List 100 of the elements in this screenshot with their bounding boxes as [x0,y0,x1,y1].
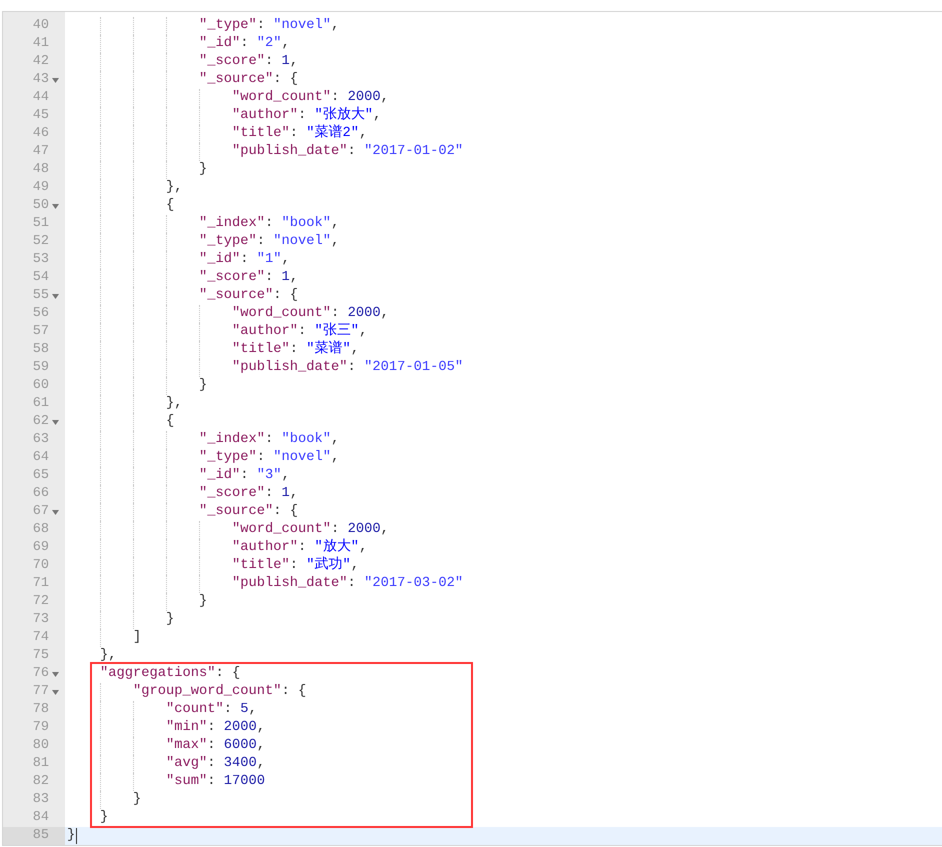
code-line: } [199,593,208,611]
line-number: 84 [32,809,49,827]
line-number: 72 [32,593,49,611]
line-number: 76 [32,665,49,683]
code-line: }, [166,179,183,197]
code-line: "word_count": 2000, [232,89,389,106]
code-line: }, [100,647,117,665]
code-line: "_source": { [199,503,298,521]
fold-caret-icon[interactable] [52,672,59,676]
code-line: "word_count": 2000, [232,305,389,322]
fold-caret-icon[interactable] [52,78,59,82]
code-line: } [100,809,108,827]
code-line: "group_word_count": { [133,683,306,701]
code-line: "_source": { [199,287,298,305]
line-number: 81 [32,755,49,773]
code-line: "author": "张三", [232,323,368,340]
line-number: 55 [32,287,49,305]
code-line: "_type": "novel", [199,17,340,35]
code-line: "aggregations": { [100,665,240,683]
fold-caret-icon[interactable] [52,204,59,208]
code-line: "_score": 1, [199,485,298,503]
line-number: 56 [32,305,49,323]
code-line: "publish_date": "2017-01-02" [232,143,464,161]
code-line: "_id": "1", [199,251,290,269]
code-line: "title": "菜谱2", [232,125,368,143]
line-number: 44 [32,89,49,107]
line-number: 60 [32,377,49,395]
line-number: 43 [32,71,49,89]
line-number: 73 [32,611,49,629]
code-line: } [166,611,174,629]
line-number: 52 [32,233,49,251]
line-number: 74 [32,629,49,647]
code-line: "sum": 17000 [166,773,266,791]
line-number: 49 [32,179,49,197]
code-line: "_type": "novel", [199,449,340,467]
line-number: 45 [32,107,49,125]
code-line: { [166,197,174,215]
code-line: ] [133,629,142,647]
line-number: 66 [32,485,49,503]
code-line: } [199,377,208,395]
line-number: 54 [32,269,49,287]
line-number: 85 [32,827,49,845]
code-line: "_score": 1, [199,269,298,287]
line-number: 46 [32,125,49,143]
fold-caret-icon[interactable] [52,510,59,514]
line-number: 47 [32,143,49,161]
line-number: 75 [32,647,49,665]
line-number: 57 [32,323,49,341]
fold-caret-icon[interactable] [52,420,59,424]
line-number: 48 [32,161,49,179]
line-number: 61 [32,395,49,413]
line-number: 68 [32,521,49,539]
text-cursor [76,828,78,844]
line-number: 53 [32,251,49,269]
code-line: } [67,827,76,845]
code-line: "author": "放大", [232,539,368,556]
fold-caret-icon[interactable] [52,690,59,694]
code-line: "_id": "2", [199,35,290,53]
code-line: "author": "张放大", [232,107,382,124]
code-line: "count": 5, [166,701,257,719]
line-number: 50 [32,197,49,215]
code-line: "_id": "3", [199,467,290,485]
line-number: 82 [32,773,49,791]
line-number: 58 [32,341,49,359]
line-number: 59 [32,359,49,377]
line-number: 70 [32,557,49,575]
line-number: 77 [32,683,49,701]
code-line: "_index": "book", [199,431,340,449]
line-number: 51 [32,215,49,233]
code-line: "title": "菜谱", [232,341,360,359]
line-number: 67 [32,503,49,521]
code-line: "word_count": 2000, [232,521,389,538]
line-number: 63 [32,431,49,449]
line-number: 78 [32,701,49,719]
line-number: 69 [32,539,49,557]
line-number: 42 [32,53,49,71]
line-number: 79 [32,719,49,737]
line-number: 62 [32,413,49,431]
line-number: 41 [32,35,49,53]
line-number: 80 [32,737,49,755]
code-line: "avg": 3400, [166,755,266,773]
code-line: "_index": "book", [199,215,340,233]
code-line: "min": 2000, [166,719,266,737]
code-line: } [133,791,142,809]
code-line: "_score": 1, [199,53,298,71]
line-number: 65 [32,467,49,485]
code-line: "_type": "novel", [199,233,340,251]
code-line: "title": "武功", [232,557,360,575]
line-number: 71 [32,575,49,593]
code-line: "publish_date": "2017-03-02" [232,575,464,593]
line-number: 64 [32,449,49,467]
code-line: "_source": { [199,71,298,89]
line-number: 83 [32,791,49,809]
code-line: "publish_date": "2017-01-05" [232,359,464,377]
code-line: { [166,413,174,431]
code-line: } [199,161,208,179]
code-line: }, [166,395,183,413]
code-line: "max": 6000, [166,737,266,755]
fold-caret-icon[interactable] [52,294,59,298]
line-number: 40 [32,17,49,35]
